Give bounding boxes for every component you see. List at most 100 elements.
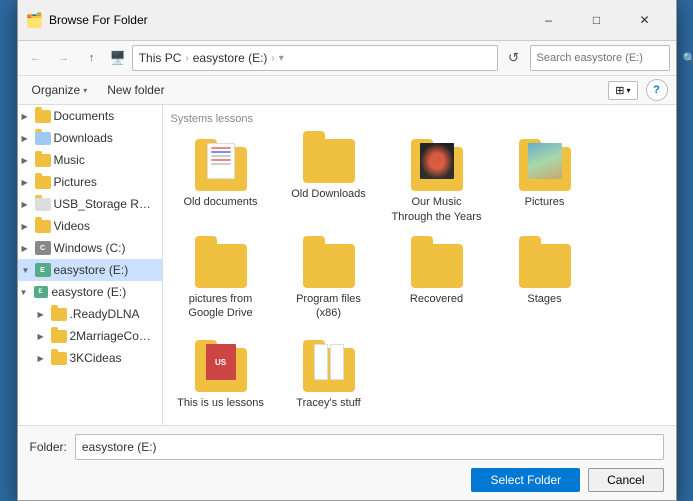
content-area: ▶ Documents ▶ Downloads ▶ Music ▶ Pictur… (18, 105, 676, 424)
folder-down-icon (35, 130, 51, 146)
sidebar-item-pictures[interactable]: ▶ Pictures (18, 171, 162, 193)
minimize-button[interactable]: – (526, 6, 572, 34)
address-bar: ← → ↑ 🖥️ This PC › easystore (E:) › ▾ ↺ … (18, 41, 676, 76)
doc-line-gray (211, 155, 231, 157)
folder-with-pages-icon (303, 340, 355, 392)
file-label: Tracey's stuff (296, 396, 360, 410)
window-controls: – □ ✕ (526, 6, 668, 34)
file-item-program-files[interactable]: Program files (x86) (279, 238, 379, 327)
sidebar-item-label: Music (54, 153, 85, 167)
file-item-stages[interactable]: Stages (495, 238, 595, 327)
folder-pic-icon (35, 174, 51, 190)
file-label: Stages (527, 292, 561, 306)
sidebar-item-label: easystore (E:) (54, 263, 129, 277)
breadcrumb-dropdown[interactable]: ▾ (279, 53, 284, 64)
file-item-traceys-stuff[interactable]: Tracey's stuff (279, 334, 379, 416)
sidebar-item-downloads[interactable]: ▶ Downloads (18, 127, 162, 149)
file-label: Pictures (525, 195, 565, 209)
breadcrumb[interactable]: This PC › easystore (E:) › ▾ (132, 45, 498, 71)
pc-icon: 🖥️ (110, 50, 126, 66)
select-folder-button[interactable]: Select Folder (471, 468, 580, 492)
sidebar-item-label: .ReadyDLNA (70, 307, 140, 321)
sidebar-item-label: USB_Storage Rea... (54, 197, 158, 211)
organize-dropdown-arrow: ▾ (83, 86, 87, 95)
file-label: Old Downloads (291, 187, 366, 201)
file-item-this-is-us[interactable]: US This is us lessons (171, 334, 271, 416)
search-box[interactable]: 🔍 (530, 45, 670, 71)
sidebar-item-windows-c[interactable]: ▶ C Windows (C:) (18, 237, 162, 259)
maximize-button[interactable]: □ (574, 6, 620, 34)
folder-icon (51, 350, 67, 366)
sidebar-item-label: Videos (54, 219, 90, 233)
expand-arrow: ▶ (22, 244, 32, 253)
breadcrumb-thispc[interactable]: This PC (139, 51, 182, 65)
expand-arrow: ▶ (38, 310, 48, 319)
expand-arrow: ▼ (20, 288, 30, 297)
expand-arrow: ▶ (22, 134, 32, 143)
close-button[interactable]: ✕ (622, 6, 668, 34)
folder-icon (35, 108, 51, 124)
photo-inside (528, 143, 562, 179)
sidebar-item-label: easystore (E:) (52, 285, 127, 299)
new-folder-label: New folder (107, 83, 164, 97)
easystore-drive2-icon: E (33, 284, 49, 300)
page-sheet1 (314, 344, 328, 380)
file-item-recovered[interactable]: Recovered (387, 238, 487, 327)
breadcrumb-easystore[interactable]: easystore (E:) (193, 51, 268, 65)
sidebar-item-music[interactable]: ▶ Music (18, 149, 162, 171)
file-item-old-downloads[interactable]: Old Downloads (279, 133, 379, 230)
expand-arrow: ▶ (22, 156, 32, 165)
back-button[interactable]: ← (24, 46, 48, 70)
folder-with-book-icon: US (195, 340, 247, 392)
browse-folder-dialog: 🗂️ Browse For Folder – □ ✕ ← → ↑ 🖥️ This… (17, 0, 677, 501)
forward-button[interactable]: → (52, 46, 76, 70)
sidebar-item-usb[interactable]: ▶ USB_Storage Rea... (18, 193, 162, 215)
breadcrumb-sep2: › (271, 53, 274, 64)
usb-icon (35, 196, 51, 212)
view-button[interactable]: ⊞ ▾ (608, 81, 637, 100)
plain-folder-icon5 (519, 244, 571, 288)
file-area: Systems lessons Old documen (163, 105, 676, 424)
expand-arrow: ▶ (38, 332, 48, 341)
title-bar: 🗂️ Browse For Folder – □ ✕ (18, 0, 676, 41)
folder-path-input[interactable] (75, 434, 664, 460)
refresh-button[interactable]: ↺ (502, 46, 526, 70)
folder-icon (51, 328, 67, 344)
img-crowd (420, 143, 454, 179)
folder-with-image-icon (411, 139, 463, 191)
up-button[interactable]: ↑ (80, 46, 104, 70)
dialog-title: Browse For Folder (49, 13, 520, 27)
sidebar-item-label: Downloads (54, 131, 113, 145)
doc-line2 (211, 159, 231, 161)
help-button[interactable]: ? (646, 79, 668, 101)
search-input[interactable] (537, 52, 679, 64)
file-item-our-music[interactable]: Our Music Through the Years (387, 133, 487, 230)
new-folder-button[interactable]: New folder (101, 80, 170, 100)
file-label: pictures from Google Drive (175, 292, 267, 321)
sidebar-item-readydlna[interactable]: ▶ .ReadyDLNA (18, 303, 162, 325)
sidebar-item-documents[interactable]: ▶ Documents (18, 105, 162, 127)
sidebar-item-videos[interactable]: ▶ Videos (18, 215, 162, 237)
file-item-pictures-google[interactable]: pictures from Google Drive (171, 238, 271, 327)
button-row: Select Folder Cancel (30, 468, 664, 492)
plain-folder-icon2 (195, 244, 247, 288)
sidebar-item-2marriage[interactable]: ▶ 2MarriageConfe... (18, 325, 162, 347)
folder-label: Folder: (30, 440, 67, 454)
file-label: Program files (x86) (283, 292, 375, 321)
doc-inside (207, 143, 235, 179)
expand-arrow: ▶ (38, 354, 48, 363)
plain-folder-icon (303, 139, 355, 183)
file-item-pictures[interactable]: Pictures (495, 133, 595, 230)
folder-music-icon (35, 152, 51, 168)
expand-arrow: ▶ (22, 178, 32, 187)
windows-drive-icon: C (35, 240, 51, 256)
sidebar-item-easystore-tree[interactable]: ▼ E easystore (E:) (18, 281, 162, 303)
expand-arrow: ▼ (22, 266, 32, 275)
organize-button[interactable]: Organize ▾ (26, 80, 94, 100)
file-item-old-documents[interactable]: Old documents (171, 133, 271, 230)
organize-label: Organize (32, 83, 81, 97)
img-inside (420, 143, 454, 179)
sidebar-item-3kcideas[interactable]: ▶ 3KCideas (18, 347, 162, 369)
sidebar-item-easystore[interactable]: ▼ E easystore (E:) (18, 259, 162, 281)
cancel-button[interactable]: Cancel (588, 468, 663, 492)
